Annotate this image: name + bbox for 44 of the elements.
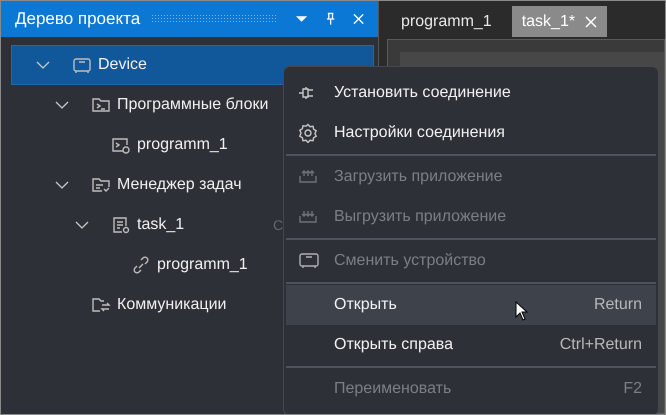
device-icon (72, 56, 92, 74)
tree-item-label: task_1 (137, 216, 184, 234)
dropdown-icon[interactable] (296, 15, 308, 23)
chevron-icon[interactable] (55, 181, 69, 189)
menu-item[interactable]: Открыть справа Ctrl+Return (286, 325, 656, 365)
menu-item-label: Открыть (334, 296, 397, 314)
document-icon (111, 216, 131, 234)
chevron-icon[interactable] (55, 101, 69, 109)
folder-icon (91, 176, 111, 194)
settings-icon (298, 123, 318, 143)
code-file-icon (111, 136, 131, 154)
menu-item-label: Выгрузить приложение (334, 208, 506, 226)
menu-item-label: Установить соединение (334, 84, 511, 102)
menu-item-label: Переименовать (334, 380, 452, 398)
tree-item-label: programm_1 (157, 256, 248, 274)
link-icon (131, 256, 151, 274)
shortcut-label: Ctrl+Return (560, 336, 642, 354)
device-icon (298, 252, 320, 270)
menu-item-label: Сменить устройство (334, 252, 486, 270)
tree-item-label: Device (98, 56, 147, 74)
close-icon[interactable] (585, 16, 598, 28)
menu-item[interactable]: Открыть Return (286, 285, 656, 325)
folder-icon (91, 296, 111, 314)
mouse-cursor-icon (515, 301, 528, 321)
chevron-icon[interactable] (75, 221, 89, 229)
chevron-icon[interactable] (36, 61, 50, 69)
folder-icon (91, 96, 111, 114)
tree-item-label: Менеджер задач (117, 176, 242, 194)
menu-item-label: Настройки соединения (334, 124, 505, 142)
menu-item-label: Открыть справа (334, 336, 453, 354)
shortcut-label: F2 (623, 380, 642, 398)
menu-item-label: Загрузить приложение (334, 168, 503, 186)
tree-item-label: programm_1 (137, 136, 228, 154)
editor-tab[interactable]: programm_1 (391, 6, 502, 37)
panel-title: Дерево проекта (15, 9, 140, 29)
close-icon[interactable] (352, 13, 364, 25)
item-count: С (273, 217, 284, 233)
tree-item-label: Коммуникации (117, 296, 226, 314)
shortcut-label: Return (594, 296, 642, 314)
tree-item-label: Программные блоки (117, 96, 268, 114)
download-icon (298, 210, 318, 224)
upload-icon (298, 170, 318, 184)
pin-icon[interactable] (326, 12, 335, 26)
menu-item[interactable]: Настройки соединения (286, 113, 656, 153)
